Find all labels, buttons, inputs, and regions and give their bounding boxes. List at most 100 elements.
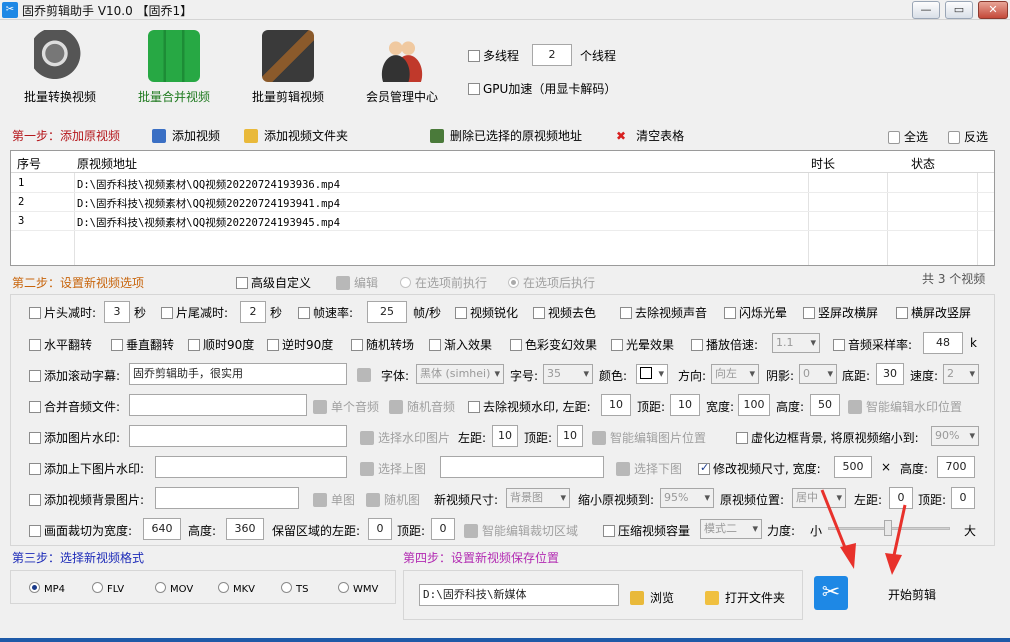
open-folder-button[interactable]: 打开文件夹 [705, 589, 785, 606]
bg-img-checkbox[interactable]: 添加视频背景图片: [29, 491, 144, 508]
nav-merge[interactable]: 批量合并视频 [132, 30, 216, 105]
format-ts[interactable]: TS [281, 582, 308, 595]
clear-table-button[interactable]: ✖ 清空表格 [616, 127, 684, 144]
start-edit-button[interactable]: 开始剪辑 [888, 586, 936, 603]
random-audio-button[interactable]: 随机音频 [389, 398, 455, 415]
single-audio-button[interactable]: 单个音频 [313, 398, 379, 415]
crop-checkbox[interactable]: 画面裁切为宽度: [29, 522, 132, 539]
shrink-select[interactable]: 95% [660, 488, 714, 508]
shadow-select[interactable]: 0 [799, 364, 837, 384]
scroll-speed-select[interactable]: 2 [943, 364, 979, 384]
font-select[interactable]: 黑体 (simhei) [416, 364, 504, 384]
compress-checkbox[interactable]: 压缩视频容量 [603, 522, 690, 539]
format-wmv[interactable]: WMV [338, 582, 378, 595]
smart-crop-button[interactable]: 智能编辑裁切区域 [464, 522, 578, 539]
video-table[interactable]: 序号 原视频地址 时长 状态 1 D:\固乔科技\视频素材\QQ视频202207… [10, 150, 995, 266]
bg-img-input[interactable] [155, 487, 299, 509]
compress-mode-select[interactable]: 模式二 [700, 519, 762, 539]
threads-input[interactable]: 2 [532, 44, 572, 66]
bottom-img-input[interactable] [440, 456, 604, 478]
add-video-button[interactable]: 添加视频 [152, 127, 220, 144]
header-path[interactable]: 原视频地址 [77, 155, 137, 172]
gpu-checkbox[interactable]: GPU加速（用显卡解码） [468, 80, 616, 97]
close-button[interactable]: ✕ [978, 1, 1008, 19]
browse-button[interactable]: 浏览 [630, 589, 674, 606]
merge-audio-checkbox[interactable]: 合并音频文件: [29, 398, 120, 415]
save-path-input[interactable]: D:\固乔科技\新媒体 [419, 584, 619, 606]
before-radio[interactable]: 在选项前执行 [400, 274, 487, 291]
maximize-button[interactable]: ▭ [945, 1, 973, 19]
edit-button[interactable]: 编辑 [336, 274, 378, 291]
fadein-checkbox[interactable]: 渐入效果 [429, 336, 492, 353]
sharpen-checkbox[interactable]: 视频锐化 [455, 304, 518, 321]
head-cut-checkbox[interactable]: 片头减时: [29, 304, 96, 321]
top-img-input[interactable] [155, 456, 347, 478]
minimize-button[interactable]: — [912, 1, 940, 19]
head-cut-input[interactable]: 3 [104, 301, 130, 323]
select-all-button[interactable]: 全选 [888, 128, 928, 145]
ccw90-checkbox[interactable]: 逆时90度 [267, 336, 333, 353]
cw90-checkbox[interactable]: 顺时90度 [188, 336, 254, 353]
format-flv[interactable]: FLV [92, 582, 124, 595]
resize-height-input[interactable]: 700 [937, 456, 975, 478]
advanced-checkbox[interactable]: 高级自定义 [236, 274, 311, 291]
after-radio[interactable]: 在选项后执行 [508, 274, 595, 291]
header-no[interactable]: 序号 [17, 155, 41, 172]
table-row[interactable]: 3 D:\固乔科技\视频素材\QQ视频20220724193945.mp4 [11, 212, 994, 231]
bottom-input[interactable]: 30 [876, 363, 904, 385]
table-row[interactable]: 1 D:\固乔科技\视频素材\QQ视频20220724193936.mp4 [11, 174, 994, 193]
img-left-input[interactable]: 10 [492, 425, 518, 447]
audio-file-input[interactable] [129, 394, 307, 416]
crop-left-input[interactable]: 0 [368, 518, 392, 540]
single-img-button[interactable]: 单图 [313, 491, 355, 508]
format-mkv[interactable]: MKV [218, 582, 255, 595]
table-row[interactable]: 2 D:\固乔科技\视频素材\QQ视频20220724193941.mp4 [11, 193, 994, 212]
remove-wm-checkbox[interactable]: 去除视频水印, 左距: [468, 398, 591, 415]
wm-left-input[interactable]: 10 [601, 394, 631, 416]
rand-trans-checkbox[interactable]: 随机转场 [351, 336, 414, 353]
img-wm-checkbox[interactable]: 添加图片水印: [29, 429, 120, 446]
img-top-input[interactable]: 10 [557, 425, 583, 447]
speed-select[interactable]: 1.1 [772, 333, 820, 353]
hflip-checkbox[interactable]: 水平翻转 [29, 336, 92, 353]
smart-wm-button[interactable]: 智能编辑水印位置 [848, 398, 962, 415]
crop-width-input[interactable]: 640 [143, 518, 181, 540]
samplerate-checkbox[interactable]: 音频采样率: [833, 336, 912, 353]
choose-top-button[interactable]: 选择上图 [360, 460, 426, 477]
tail-cut-input[interactable]: 2 [240, 301, 266, 323]
format-mp4[interactable]: MP4 [29, 582, 65, 595]
size-select[interactable]: 35 [543, 364, 593, 384]
wm-top-input[interactable]: 10 [670, 394, 700, 416]
bg-top-input[interactable]: 0 [951, 487, 975, 509]
blur-scale-select[interactable]: 90% [931, 426, 979, 446]
crop-top-input[interactable]: 0 [431, 518, 455, 540]
scroll-checkbox[interactable]: 添加滚动字幕: [29, 367, 120, 384]
nav-members[interactable]: 会员管理中心 [360, 30, 444, 105]
new-size-select[interactable]: 背景图 [506, 488, 570, 508]
direction-select[interactable]: 向左 [711, 364, 759, 384]
delete-selected-button[interactable]: 删除已选择的原视频地址 [430, 127, 582, 144]
img-wm-input[interactable] [129, 425, 347, 447]
wm-width-input[interactable]: 100 [738, 394, 770, 416]
mute-checkbox[interactable]: 去除视频声音 [620, 304, 707, 321]
text-edit-icon[interactable] [357, 368, 371, 382]
header-duration[interactable]: 时长 [811, 155, 835, 172]
h2v-checkbox[interactable]: 横屏改竖屏 [896, 304, 971, 321]
header-status[interactable]: 状态 [911, 155, 935, 172]
format-mov[interactable]: MOV [155, 582, 193, 595]
v2h-checkbox[interactable]: 竖屏改横屏 [803, 304, 878, 321]
choose-bottom-button[interactable]: 选择下图 [616, 460, 682, 477]
speed-checkbox[interactable]: 播放倍速: [691, 336, 758, 353]
tb-img-checkbox[interactable]: 添加上下图片水印: [29, 460, 144, 477]
add-folder-button[interactable]: 添加视频文件夹 [244, 127, 348, 144]
resize-checkbox[interactable]: 修改视频尺寸, 宽度: [698, 460, 821, 477]
multithread-checkbox[interactable]: 多线程 [468, 47, 519, 64]
blur-bg-checkbox[interactable]: 虚化边框背景, 将原视频缩小到: [736, 429, 919, 446]
wm-height-input[interactable]: 50 [810, 394, 840, 416]
color-picker[interactable] [636, 364, 668, 384]
nav-convert[interactable]: 批量转换视频 [18, 30, 102, 105]
random-img-button[interactable]: 随机图 [366, 491, 420, 508]
smart-img-button[interactable]: 智能编辑图片位置 [592, 429, 706, 446]
fps-input[interactable]: 25 [367, 301, 407, 323]
choose-wm-button[interactable]: 选择水印图片 [360, 429, 450, 446]
